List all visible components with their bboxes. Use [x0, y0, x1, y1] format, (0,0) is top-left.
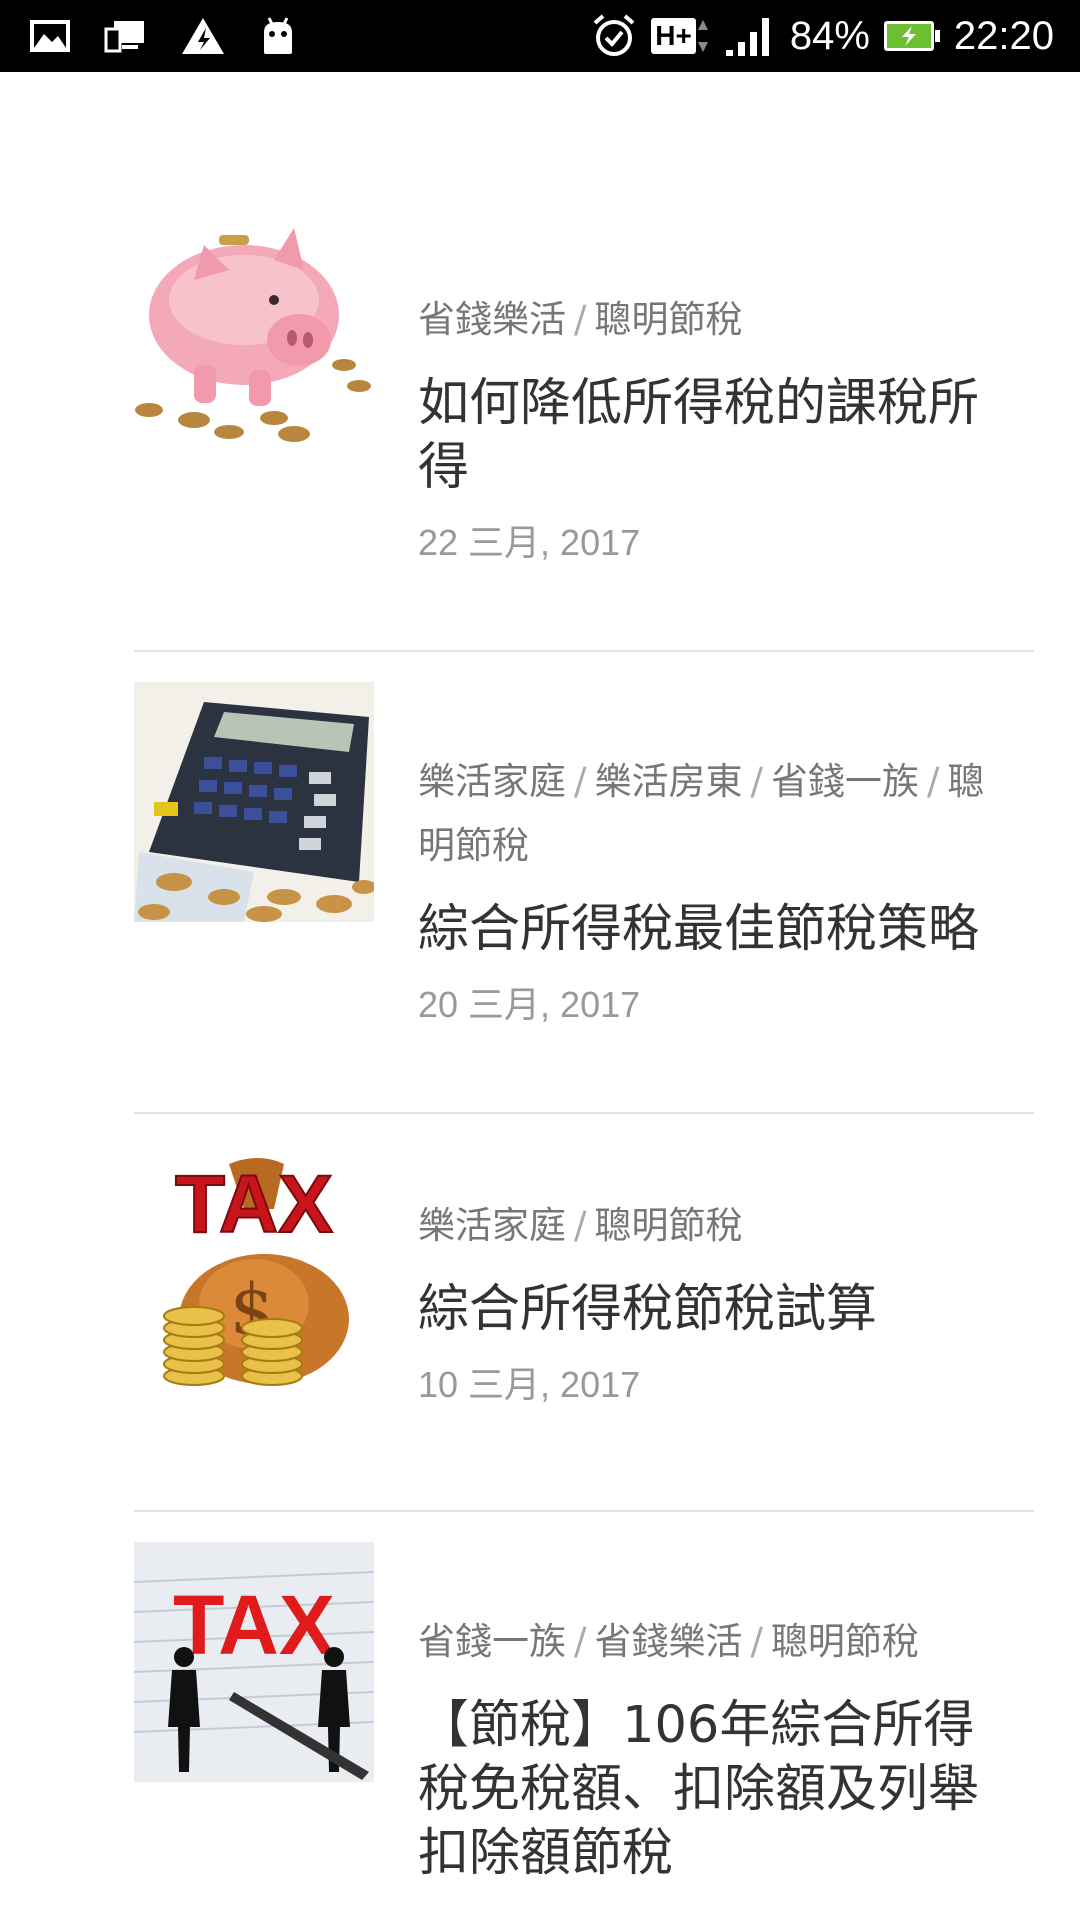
post-thumbnail-calculator[interactable]: [134, 682, 374, 922]
category-link[interactable]: 省錢樂活: [594, 1620, 742, 1663]
post-thumbnail-tax-people[interactable]: TAX: [134, 1542, 374, 1782]
category-link[interactable]: 省錢樂活: [418, 298, 566, 341]
clock: 22:20: [953, 13, 1054, 58]
gallery-icon: [30, 20, 70, 52]
battery-charging-icon: [883, 21, 940, 51]
post-item[interactable]: $ TAX 樂活家庭 / 聰明節稅 綜合所得稅節稅試算 10 三月, 2017: [134, 1114, 1034, 1512]
post-thumbnail-piggy-bank[interactable]: [134, 220, 374, 460]
post-date: 22 三月, 2017: [418, 522, 641, 563]
post-meta: 省錢樂活 / 聰明節稅 如何降低所得稅的課稅所得 22 三月, 2017: [418, 220, 990, 650]
post-title[interactable]: 綜合所得稅節稅試算: [418, 1278, 990, 1342]
post-item[interactable]: TAX 省錢一族 / 省錢樂活 / 聰明節稅 【節稅】106年綜合所得稅免稅額、扣除額及…: [134, 1512, 1034, 1912]
post-categories: 省錢樂活 / 聰明節稅: [418, 298, 743, 341]
alarm-icon: [593, 14, 635, 56]
post-categories: 樂活家庭 / 聰明節稅: [418, 1204, 743, 1247]
tax-image-text: TAX: [175, 1159, 333, 1250]
post-date: 20 三月, 2017: [418, 984, 641, 1025]
category-link[interactable]: 樂活家庭: [418, 760, 566, 803]
tax-image-text: TAX: [173, 1578, 335, 1672]
post-title[interactable]: 如何降低所得稅的課稅所得: [418, 372, 990, 500]
alert-icon: [182, 18, 224, 54]
category-link[interactable]: 聰明節稅: [594, 298, 742, 341]
devices-icon: [104, 21, 144, 53]
calculator-icon: [134, 682, 374, 922]
post-item[interactable]: 省錢樂活 / 聰明節稅 如何降低所得稅的課稅所得 22 三月, 2017: [134, 220, 1034, 652]
signal-icon: [725, 18, 769, 56]
post-date: 10 三月, 2017: [418, 1364, 641, 1405]
post-meta: 樂活家庭 / 聰明節稅 綜合所得稅節稅試算 10 三月, 2017: [418, 1154, 990, 1510]
post-thumbnail-tax-bag[interactable]: $ TAX: [134, 1154, 374, 1394]
post-title[interactable]: 【節稅】106年綜合所得稅免稅額、扣除額及列舉扣除額節稅: [418, 1694, 990, 1886]
battery-percent: 84%: [789, 13, 870, 58]
tax-budget-icon: TAX: [134, 1542, 374, 1782]
post-meta: 省錢一族 / 省錢樂活 / 聰明節稅 【節稅】106年綜合所得稅免稅額、扣除額及列舉扣除…: [418, 1542, 990, 1912]
category-link[interactable]: 聰明節稅: [771, 1620, 919, 1663]
network-type-icon: H+: [651, 16, 710, 56]
post-categories: 樂活家庭 / 樂活房東 / 省錢一族 / 聰明節稅: [418, 760, 985, 867]
post-item[interactable]: 樂活家庭 / 樂活房東 / 省錢一族 / 聰明節稅 綜合所得稅最佳節稅策略 20 三月, 2…: [134, 652, 1034, 1114]
category-link[interactable]: 省錢一族: [771, 760, 919, 803]
android-icon: [264, 17, 292, 54]
post-meta: 樂活家庭 / 樂活房東 / 省錢一族 / 聰明節稅 綜合所得稅最佳節稅策略 20 三月, 2…: [418, 682, 990, 1112]
tax-money-bag-icon: $ TAX: [134, 1154, 374, 1394]
category-link[interactable]: 樂活家庭: [418, 1204, 566, 1247]
data-arrows-icon: [697, 20, 708, 52]
category-link[interactable]: 樂活房東: [594, 760, 742, 803]
piggy-bank-icon: [134, 220, 374, 460]
post-categories: 省錢一族 / 省錢樂活 / 聰明節稅: [418, 1620, 919, 1663]
category-link[interactable]: 省錢一族: [418, 1620, 566, 1663]
post-list: 省錢樂活 / 聰明節稅 如何降低所得稅的課稅所得 22 三月, 2017 樂活家…: [134, 220, 1034, 1912]
category-link[interactable]: 聰明節稅: [594, 1204, 742, 1247]
status-bar: H+ 84% 22:20: [0, 0, 1080, 72]
post-title[interactable]: 綜合所得稅最佳節稅策略: [418, 898, 990, 962]
